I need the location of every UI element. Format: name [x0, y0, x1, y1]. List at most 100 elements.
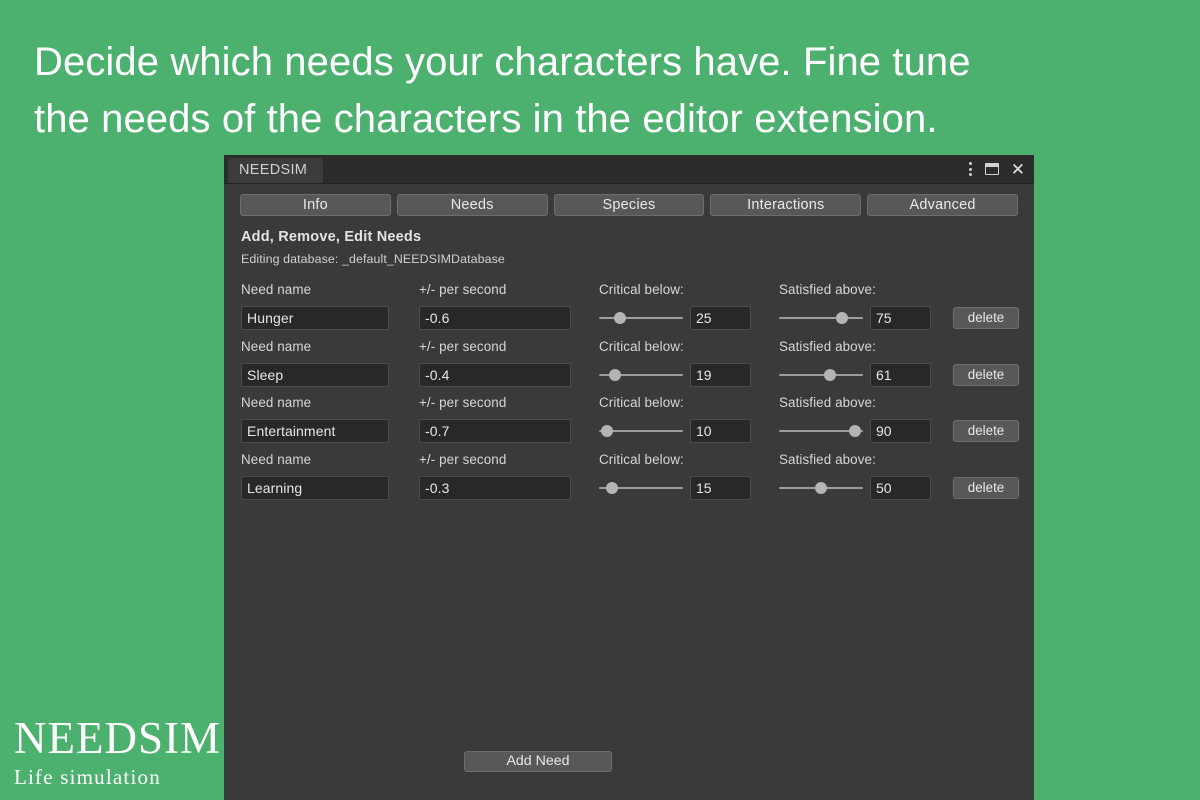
need-name-label: Need name [241, 282, 312, 297]
section-subtitle: Editing database: _default_NEEDSIMDataba… [241, 252, 505, 266]
need-row: Need name Learning +/- per second -0.3 Criti… [241, 452, 1019, 509]
need-name-column: Need name Hunger [241, 282, 389, 330]
satisfied-control: 75 [779, 306, 931, 330]
satisfied-control: 61 [779, 362, 931, 387]
rate-column: +/- per second -0.7 [419, 395, 571, 443]
satisfied-above-slider[interactable] [779, 363, 863, 387]
need-name-input[interactable]: Sleep [241, 362, 389, 387]
critical-below-input[interactable]: 10 [690, 419, 751, 443]
tab-advanced[interactable]: Advanced [867, 194, 1018, 216]
maximize-icon[interactable] [984, 163, 999, 175]
critical-column: Critical below: 10 [599, 395, 751, 443]
rate-label: +/- per second [419, 395, 507, 410]
tab-species[interactable]: Species [553, 194, 705, 216]
critical-below-label: Critical below: [599, 282, 684, 297]
slider-track [779, 317, 863, 319]
needsim-editor-window: NEEDSIM ✕ Info Needs Species Interaction… [224, 155, 1034, 800]
slider-track [599, 317, 683, 319]
need-name-input[interactable]: Learning [241, 475, 389, 500]
window-titlebar: NEEDSIM ✕ [224, 155, 1034, 184]
delete-need-button[interactable]: delete [953, 363, 1019, 386]
satisfied-column: Satisfied above: 61 [779, 339, 931, 387]
tab-interactions[interactable]: Interactions [710, 194, 862, 216]
critical-below-slider[interactable] [599, 306, 683, 330]
critical-below-label: Critical below: [599, 338, 684, 354]
slider-knob[interactable] [836, 312, 848, 324]
critical-control: 10 [599, 419, 751, 443]
need-name-label: Need name [241, 395, 312, 410]
close-icon[interactable]: ✕ [1011, 161, 1025, 178]
rate-column: +/- per second -0.4 [419, 339, 571, 387]
satisfied-above-label: Satisfied above: [779, 451, 876, 467]
need-name-input[interactable]: Hunger [241, 306, 389, 330]
critical-column: Critical below: 25 [599, 282, 751, 330]
rate-column: +/- per second -0.6 [419, 282, 571, 330]
slider-knob[interactable] [608, 368, 621, 381]
slider-knob[interactable] [605, 481, 618, 494]
slider-track [779, 373, 863, 376]
tab-info[interactable]: Info [240, 194, 391, 216]
delete-column: delete [953, 452, 1019, 499]
satisfied-above-slider[interactable] [779, 306, 863, 330]
satisfied-column: Satisfied above: 90 [779, 395, 931, 443]
slider-knob[interactable] [815, 481, 827, 494]
satisfied-column: Satisfied above: 50 [779, 452, 931, 500]
critical-control: 15 [599, 475, 751, 500]
rate-label: +/- per second [419, 338, 507, 354]
rate-input[interactable]: -0.3 [419, 475, 571, 500]
satisfied-above-input[interactable]: 50 [870, 475, 931, 500]
delete-need-button[interactable]: delete [953, 476, 1019, 499]
satisfied-column: Satisfied above: 75 [779, 282, 931, 330]
satisfied-control: 50 [779, 475, 931, 500]
delete-need-button[interactable]: delete [953, 420, 1019, 442]
need-name-column: Need name Sleep [241, 339, 389, 387]
rate-label: +/- per second [419, 451, 507, 467]
section-header: Add, Remove, Edit Needs Editing database… [224, 216, 1034, 266]
critical-below-label: Critical below: [599, 451, 684, 467]
critical-column: Critical below: 19 [599, 339, 751, 387]
delete-column: delete [953, 282, 1019, 329]
critical-below-input[interactable]: 25 [690, 306, 751, 330]
slider-knob[interactable] [601, 425, 614, 437]
critical-below-slider[interactable] [599, 419, 683, 443]
critical-below-input[interactable]: 15 [690, 475, 751, 500]
kebab-menu-icon[interactable] [968, 161, 973, 177]
delete-column: delete [953, 395, 1019, 442]
need-name-input[interactable]: Entertainment [241, 419, 389, 443]
tab-bar: Info Needs Species Interactions Advanced [224, 184, 1034, 216]
satisfied-above-input[interactable]: 75 [870, 306, 931, 330]
critical-below-label: Critical below: [599, 395, 684, 410]
window-controls: ✕ [968, 155, 1025, 183]
brand-tagline: Life simulation [14, 765, 161, 789]
need-name-label: Need name [241, 451, 312, 467]
slider-knob[interactable] [614, 312, 626, 324]
critical-below-slider[interactable] [599, 363, 683, 387]
need-name-label: Need name [241, 338, 312, 354]
need-row: Need name Entertainment +/- per second -0.7… [241, 395, 1019, 452]
brand-name: NEEDSIM [14, 713, 221, 763]
add-need-button[interactable]: Add Need [464, 751, 612, 772]
satisfied-above-input[interactable]: 90 [870, 419, 931, 443]
need-row: Need name Sleep +/- per second -0.4 Critical… [241, 339, 1019, 396]
critical-below-slider[interactable] [599, 476, 683, 500]
satisfied-above-input[interactable]: 61 [870, 362, 931, 387]
rate-input[interactable]: -0.4 [419, 362, 571, 387]
slider-knob[interactable] [824, 368, 837, 381]
page-headline: Decide which needs your characters have.… [34, 40, 971, 141]
delete-need-button[interactable]: delete [953, 307, 1019, 329]
satisfied-above-slider[interactable] [779, 476, 863, 500]
need-name-column: Need name Learning [241, 452, 389, 500]
satisfied-above-slider[interactable] [779, 419, 863, 443]
slider-knob[interactable] [848, 425, 861, 437]
critical-column: Critical below: 15 [599, 452, 751, 500]
satisfied-above-label: Satisfied above: [779, 282, 876, 297]
satisfied-above-label: Satisfied above: [779, 338, 876, 354]
window-tab-needsim[interactable]: NEEDSIM [228, 158, 324, 183]
satisfied-above-label: Satisfied above: [779, 395, 876, 410]
rate-input[interactable]: -0.7 [419, 419, 571, 443]
tab-needs[interactable]: Needs [396, 194, 548, 216]
need-name-column: Need name Entertainment [241, 395, 389, 443]
rate-column: +/- per second -0.3 [419, 452, 571, 500]
critical-below-input[interactable]: 19 [690, 362, 751, 387]
rate-input[interactable]: -0.6 [419, 306, 571, 330]
